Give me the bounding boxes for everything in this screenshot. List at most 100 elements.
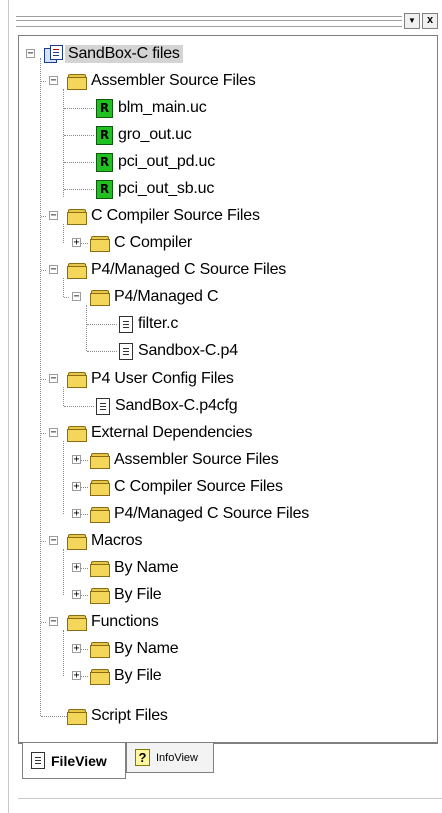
tree-node-label: C Compiler	[114, 234, 193, 251]
tree-connector	[64, 108, 94, 109]
tree-node-label: P4 User Config Files	[91, 370, 234, 387]
tree-node-ext-item[interactable]: P4/Managed C Source Files	[90, 502, 309, 526]
tree-node-cc-group[interactable]: C Compiler Source Files	[67, 204, 260, 228]
tree-connector	[87, 351, 117, 352]
tree-node-cfg-group[interactable]: P4 User Config Files	[67, 367, 234, 391]
tree-node-c-compiler[interactable]: C Compiler	[90, 231, 192, 255]
folder-icon	[67, 708, 87, 725]
document-icon	[31, 752, 45, 769]
tree-connector	[41, 622, 46, 623]
tree-connector	[41, 379, 46, 380]
tree-connector	[63, 387, 64, 406]
folder-icon	[67, 533, 87, 550]
tree-node-p4-group[interactable]: P4/Managed C Source Files	[67, 258, 286, 282]
tree-node-asm-file[interactable]: R pci_out_pd.uc	[96, 150, 215, 174]
tree-connector	[63, 441, 64, 514]
panel-titlebar[interactable]: ▼ x	[10, 10, 442, 34]
expand-toggle-c-compiler[interactable]: +	[72, 238, 81, 248]
tree-node-label: gro_out.uc	[118, 126, 192, 143]
expand-toggle-ext-cc[interactable]: +	[72, 482, 81, 492]
folder-icon	[67, 208, 87, 225]
drag-grip[interactable]	[16, 16, 402, 27]
folder-icon	[90, 289, 110, 306]
folder-icon	[90, 506, 110, 523]
tree-node-macros-item[interactable]: By Name	[90, 556, 179, 580]
collapse-toggle-p4[interactable]: −	[49, 265, 58, 275]
tree-node-label: C Compiler Source Files	[114, 478, 283, 495]
tree-connector	[87, 324, 117, 325]
tab-infoview[interactable]: ? InfoView	[126, 743, 214, 773]
tree-node-asm-file[interactable]: R gro_out.uc	[96, 123, 192, 147]
tree-node-macros-item[interactable]: By File	[90, 583, 162, 607]
collapse-toggle-cfg[interactable]: −	[49, 374, 58, 384]
tree-node-label: C Compiler Source Files	[91, 207, 260, 224]
dropdown-button[interactable]: ▼	[404, 13, 420, 29]
collapse-toggle-root[interactable]: −	[26, 49, 35, 59]
tree-node-p4-managed-c[interactable]: P4/Managed C	[90, 285, 219, 309]
view-tabs: ? InfoView FileView	[18, 743, 438, 783]
collapse-toggle-asm[interactable]: −	[49, 76, 58, 86]
document-icon	[119, 315, 133, 333]
tree-connector	[63, 89, 64, 197]
folder-icon	[90, 452, 110, 469]
tree-node-label: By Name	[114, 640, 179, 657]
tree-node-label: P4/Managed C Source Files	[114, 505, 310, 522]
tree-node-label: blm_main.uc	[118, 99, 207, 116]
collapse-toggle-ext[interactable]: −	[49, 428, 58, 438]
tree-node-macros-group[interactable]: Macros	[67, 529, 142, 553]
tree-node-label: Sandbox-C.p4	[138, 342, 238, 359]
expand-toggle-functions-by-file[interactable]: +	[72, 671, 81, 681]
tree-connector	[63, 278, 64, 297]
chevron-down-icon: ▼	[408, 16, 416, 25]
tab-fileview[interactable]: FileView	[22, 743, 126, 779]
tree-node-root[interactable]: SandBox-C files	[44, 42, 183, 66]
tree-node-label: P4/Managed C Source Files	[91, 261, 287, 278]
tree-node-functions-item[interactable]: By Name	[90, 637, 179, 661]
assembler-file-icon: R	[96, 98, 113, 118]
tree-node-script-group[interactable]: Script Files	[67, 704, 168, 728]
tree-node-label: By File	[114, 586, 162, 603]
assembler-file-icon: R	[96, 152, 113, 172]
tree-connector	[86, 305, 87, 351]
tree-node-ext-group[interactable]: External Dependencies	[67, 421, 252, 445]
tree-connector	[64, 189, 94, 190]
collapse-toggle-macros[interactable]: −	[49, 536, 58, 546]
tree-node-asm-file[interactable]: R pci_out_sb.uc	[96, 177, 214, 201]
expand-toggle-macros-by-name[interactable]: +	[72, 563, 81, 573]
tree-node-label: Assembler Source Files	[114, 451, 279, 468]
tree-node-p4-file[interactable]: filter.c	[119, 312, 178, 336]
collapse-toggle-functions[interactable]: −	[49, 617, 58, 627]
tree-node-cfg-file[interactable]: SandBox-C.p4cfg	[96, 394, 238, 418]
tree-connector	[63, 549, 64, 595]
tree-connector	[63, 630, 64, 676]
tree-node-label: P4/Managed C	[114, 288, 219, 305]
tree-node-ext-item[interactable]: Assembler Source Files	[90, 448, 279, 472]
tree-node-label: SandBox-C.p4cfg	[115, 397, 238, 414]
tree-connector	[40, 58, 41, 716]
collapse-toggle-cc[interactable]: −	[49, 211, 58, 221]
folder-icon	[90, 587, 110, 604]
tree-node-label: Script Files	[91, 707, 168, 724]
tree-node-label: By File	[114, 667, 162, 684]
collapse-toggle-p4-managed-c[interactable]: −	[72, 292, 81, 302]
tree-connector	[41, 81, 46, 82]
tree-node-p4-file[interactable]: Sandbox-C.p4	[119, 339, 238, 363]
tab-label: InfoView	[156, 751, 198, 764]
file-tree: − − − + − − − − + + + − + + − + + SandBo…	[19, 36, 437, 742]
folder-icon	[90, 668, 110, 685]
expand-toggle-macros-by-file[interactable]: +	[72, 590, 81, 600]
tab-label: FileView	[51, 752, 107, 769]
close-button[interactable]: x	[422, 13, 438, 29]
expand-toggle-functions-by-name[interactable]: +	[72, 644, 81, 654]
tree-connector	[64, 297, 69, 298]
tree-node-functions-group[interactable]: Functions	[67, 610, 159, 634]
tree-node-asm-file[interactable]: R blm_main.uc	[96, 96, 207, 120]
help-icon: ?	[135, 749, 150, 766]
tree-connector	[41, 433, 46, 434]
expand-toggle-ext-asm[interactable]: +	[72, 455, 81, 465]
tree-node-asm-group[interactable]: Assembler Source Files	[67, 69, 256, 93]
tree-node-ext-item[interactable]: C Compiler Source Files	[90, 475, 283, 499]
tree-connector	[41, 270, 46, 271]
expand-toggle-ext-p4[interactable]: +	[72, 509, 81, 519]
tree-node-functions-item[interactable]: By File	[90, 664, 162, 688]
